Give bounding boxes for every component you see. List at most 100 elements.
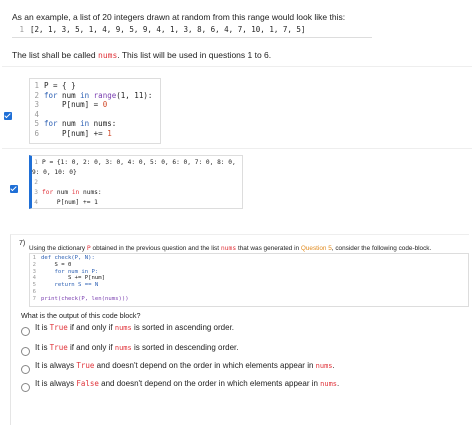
code-line: 2 for num in range(1, 11):	[30, 91, 160, 101]
option-text: .	[337, 379, 340, 388]
nums-sentence: The list shall be called nums. This list…	[12, 50, 271, 60]
code-text: nums:	[89, 119, 117, 128]
code-line: 1 def check(P, N):	[30, 255, 468, 262]
option-text: and doesn't depend on the order in which…	[94, 361, 316, 370]
line-number: 1	[19, 25, 24, 34]
code-text: P = {1: 0, 2: 0, 3: 0, 4: 0, 5: 0, 6: 0,…	[32, 159, 236, 176]
option-2-label[interactable]: It is True if and only if nums is sorted…	[35, 343, 238, 352]
code-line: 4 S += P[num]	[30, 275, 468, 282]
divider	[2, 148, 472, 149]
line-number: 1	[34, 159, 38, 166]
option-text: if and only if	[67, 343, 115, 352]
question-text: Using the dictionary	[29, 245, 87, 252]
option-keyword: True	[49, 323, 68, 332]
option-var: nums	[114, 344, 132, 352]
question-5-link[interactable]: Question 5	[301, 245, 332, 252]
question-text: , consider the following code-block.	[331, 245, 432, 252]
example-list: [2, 1, 3, 5, 1, 4, 9, 5, 9, 4, 1, 3, 8, …	[30, 25, 306, 34]
option-var: nums	[114, 324, 132, 332]
code-text: num	[57, 90, 81, 100]
option-text: if and only if	[67, 323, 115, 332]
option-4-label[interactable]: It is always False and doesn't depend on…	[35, 379, 339, 388]
number: 0	[102, 100, 108, 109]
code-line: 4	[30, 110, 160, 120]
code-line: 4 P[num] += 1	[32, 198, 242, 208]
code-line: 5 return S == N	[30, 282, 468, 289]
option-text: It is	[35, 323, 50, 332]
line-number: 6	[34, 128, 39, 138]
keyword: for	[44, 119, 58, 128]
option-radio-1[interactable]	[21, 327, 30, 336]
keyword: for	[42, 189, 54, 196]
option-keyword: True	[49, 343, 68, 352]
code-text: for num in P:	[41, 268, 99, 275]
line-number: 4	[34, 199, 38, 206]
intro-text: As an example, a list of 20 integers dra…	[12, 12, 346, 22]
line-number: 7	[32, 295, 36, 302]
option-var: nums	[315, 362, 333, 370]
code-line: 7 print(check(P, len(nums)))	[30, 296, 468, 303]
line-number: 3	[34, 189, 38, 196]
option-text: It is always	[35, 379, 77, 388]
code-line: 6	[30, 289, 468, 296]
code-line: 3 for num in P:	[30, 269, 468, 276]
option-text: and doesn't depend on the order in which…	[98, 379, 321, 388]
option-keyword: True	[76, 361, 95, 370]
code-text: P[num] =	[44, 100, 103, 109]
code-line: 2 S = 0	[30, 262, 468, 269]
keyword: in	[80, 119, 90, 128]
code-text: num	[53, 189, 72, 196]
question-7-text: Using the dictionary P obtained in the p…	[29, 244, 431, 252]
answer-checkbox-2[interactable]	[10, 185, 18, 193]
code-block-1: 1 P = { } 2 for num in range(1, 11): 3 P[n…	[29, 78, 161, 144]
question-number: 7)	[19, 240, 26, 247]
number: 1	[107, 128, 112, 138]
option-radio-2[interactable]	[21, 347, 30, 356]
code-line: 6 P[num] += 1	[30, 129, 160, 139]
question-text: that was generated in	[236, 245, 301, 252]
line-number: 5	[34, 119, 39, 128]
option-text: .	[332, 361, 335, 370]
code-line: 5 for num in nums:	[30, 119, 160, 129]
code-text: (1, 11):	[116, 90, 153, 100]
code-line: 3 P[num] = 0	[30, 100, 160, 110]
sentence-part: . This list will be used in questions 1 …	[117, 50, 272, 60]
code-text: S = 0	[41, 261, 72, 268]
code-text: def check(P, N):	[41, 255, 95, 261]
line-number: 2	[32, 261, 36, 268]
code-text: nums:	[79, 189, 102, 196]
option-3-label[interactable]: It is always True and doesn't depend on …	[35, 361, 335, 370]
nums-var: nums	[98, 51, 118, 60]
code-text: P[num] += 1	[42, 199, 98, 206]
code-text: print(check(P, len(nums)))	[41, 295, 129, 302]
line-number: 5	[32, 282, 36, 289]
line-number: 3	[32, 268, 36, 275]
code-block-2: 1P = {1: 0, 2: 0, 3: 0, 4: 0, 5: 0, 6: 0…	[29, 155, 243, 209]
code-line: 3 for num in nums:	[32, 188, 242, 198]
builtin: range	[89, 90, 117, 100]
code-text: return S == N	[41, 282, 99, 289]
line-number: 3	[34, 100, 39, 109]
answer-checkbox-1[interactable]	[4, 112, 12, 120]
line-number: 2	[34, 90, 39, 100]
option-text: It is always	[35, 361, 77, 370]
line-number: 6	[32, 288, 36, 295]
option-text: It is	[35, 343, 50, 352]
var-nums: nums	[220, 244, 237, 252]
code-line: 1P = {1: 0, 2: 0, 3: 0, 4: 0, 5: 0, 6: 0…	[32, 158, 242, 178]
line-number: 1	[34, 81, 39, 90]
option-radio-3[interactable]	[21, 365, 30, 374]
line-number: 4	[32, 275, 36, 282]
line-number: 4	[34, 109, 39, 119]
example-code-box: 1 [2, 1, 3, 5, 1, 4, 9, 5, 9, 4, 1, 3, 8,…	[12, 23, 372, 38]
line-number: 2	[34, 179, 38, 186]
code-line: 2	[32, 178, 242, 188]
sentence-part: The list shall be called	[12, 50, 98, 60]
question-text: obtained in the previous question and th…	[90, 245, 221, 252]
option-text: is sorted in descending order.	[131, 343, 239, 352]
option-1-label[interactable]: It is True if and only if nums is sorted…	[35, 323, 234, 332]
option-keyword: False	[76, 379, 99, 388]
option-radio-4[interactable]	[21, 383, 30, 392]
code-line: 1 P = { }	[30, 81, 160, 91]
code-block-q7: 1 def check(P, N): 2 S = 0 3 for num in P…	[29, 253, 469, 307]
